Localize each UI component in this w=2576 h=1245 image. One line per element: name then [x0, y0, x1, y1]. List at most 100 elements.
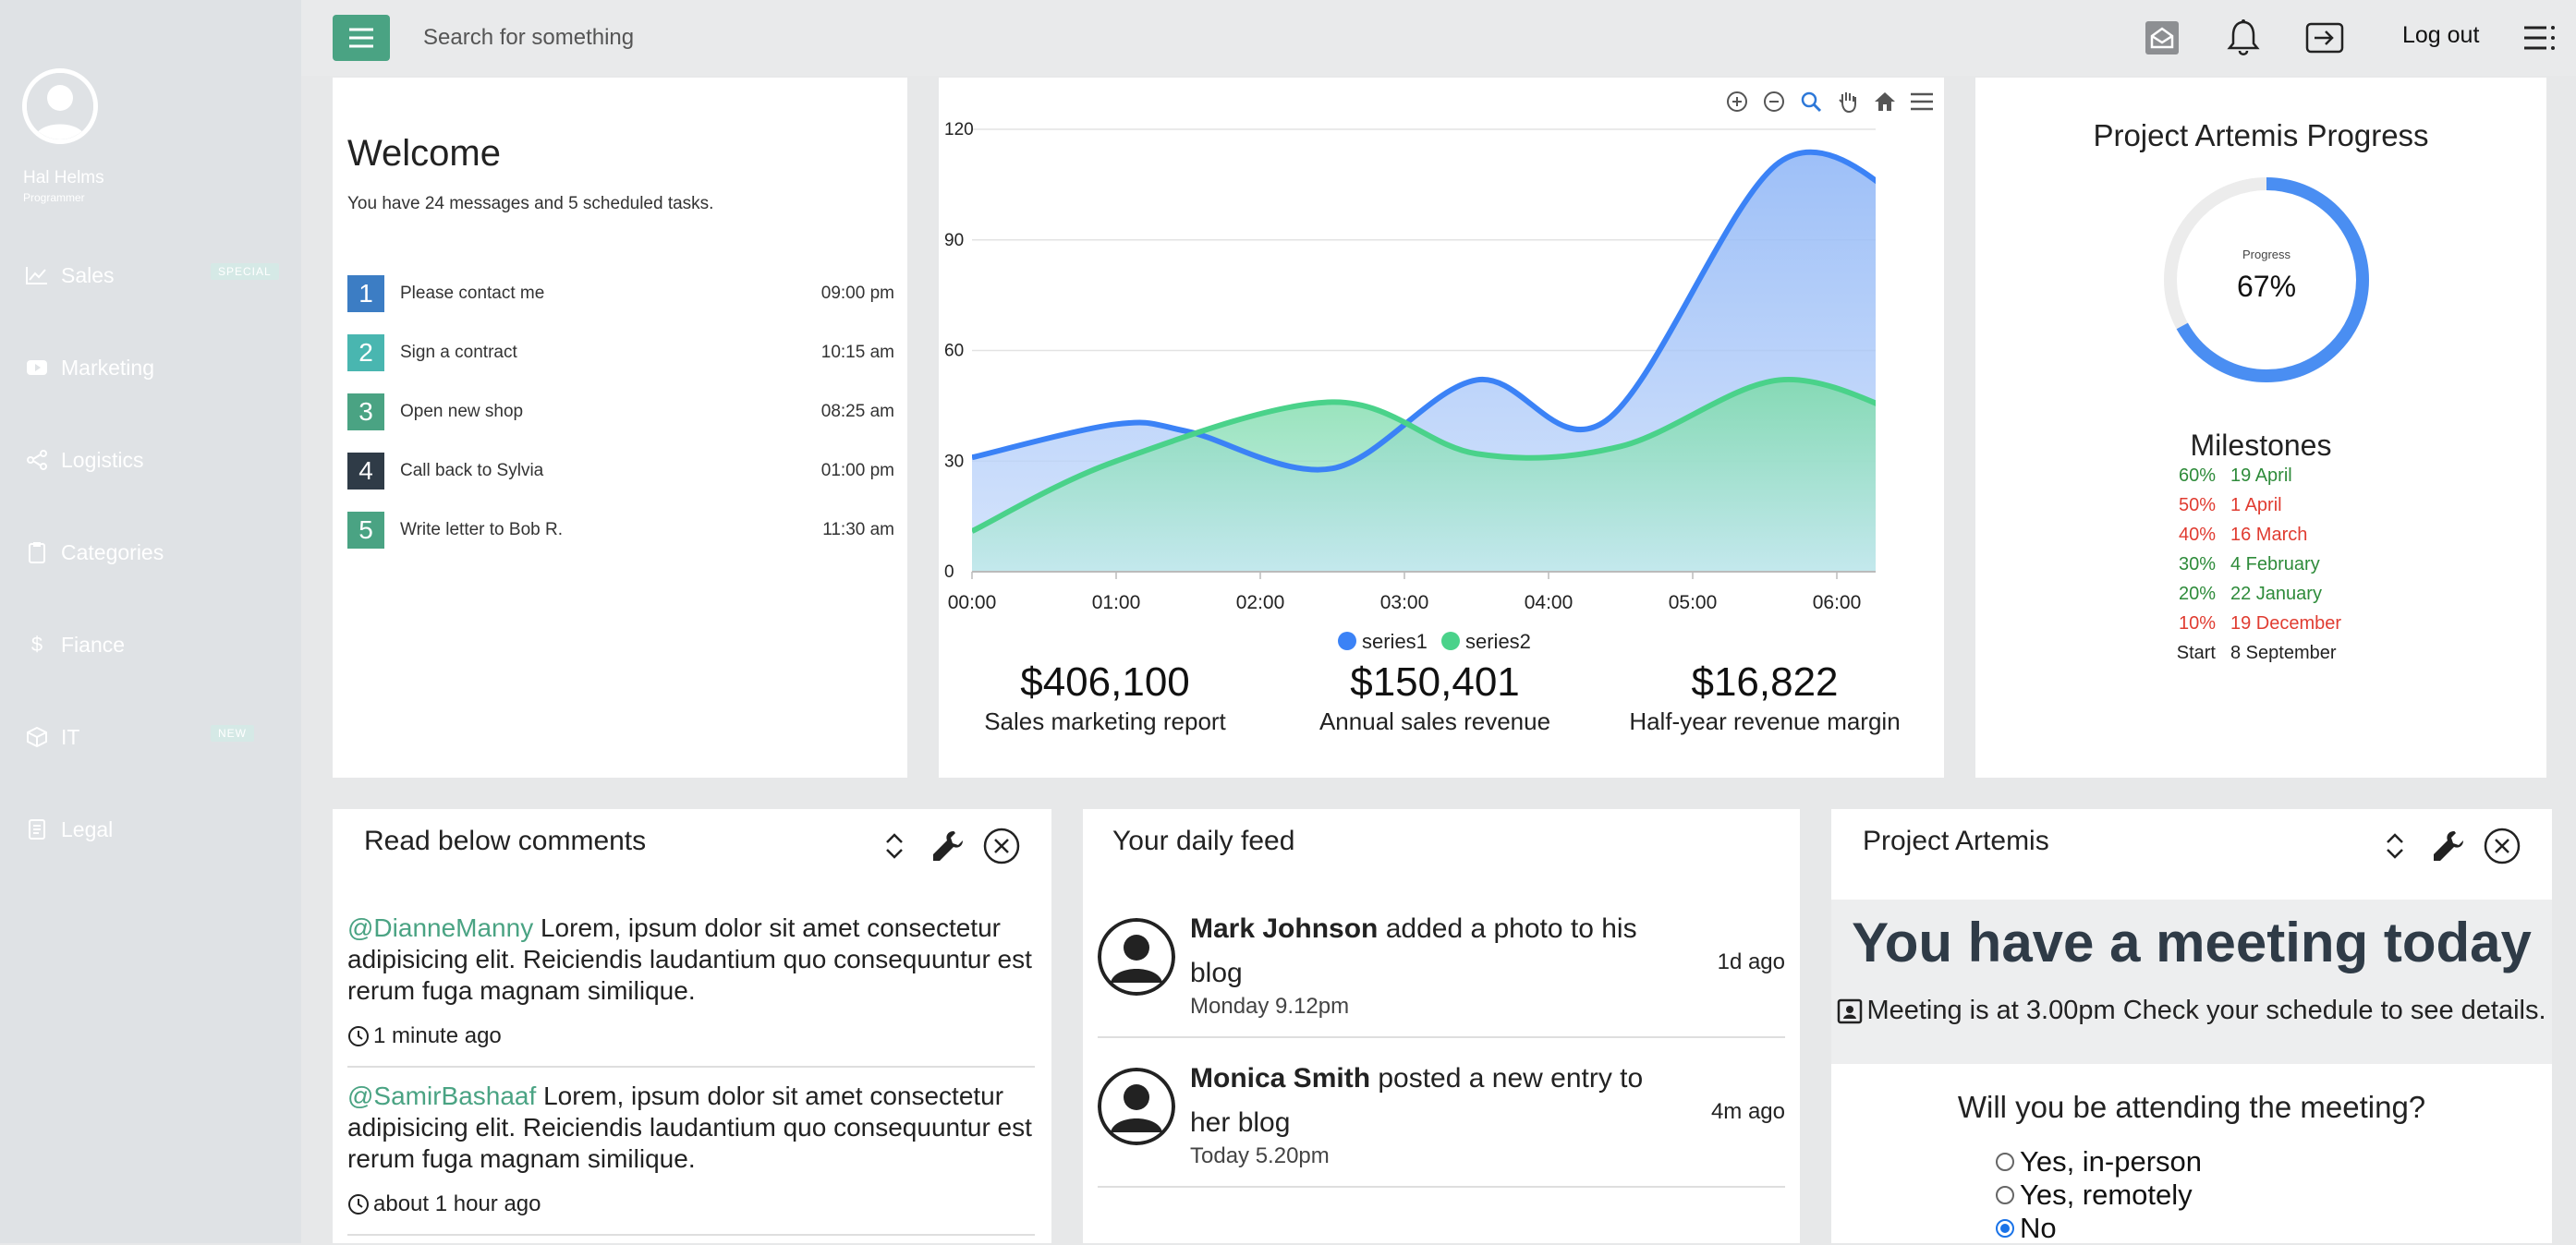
milestone-date: 19 December	[2230, 613, 2342, 634]
avatar[interactable]	[1098, 1068, 1175, 1145]
task-time: 08:25 am	[820, 402, 894, 421]
x-tick-label: 02:00	[1236, 592, 1285, 613]
task-time: 11:30 am	[822, 520, 894, 539]
sidebar-item-legal[interactable]: Legal	[0, 802, 301, 857]
stat-label: Sales marketing report	[984, 707, 1226, 735]
artemis-title: Project Artemis	[1863, 826, 2049, 856]
sidebar-item-logistics[interactable]: Logistics	[0, 432, 301, 488]
comment-mention[interactable]: @SamirBashaaf	[347, 1082, 536, 1110]
radio-button[interactable]	[1996, 1219, 2014, 1238]
welcome-subtitle: You have 24 messages and 5 scheduled tas…	[347, 194, 714, 213]
close-button[interactable]	[981, 826, 1022, 866]
radio-remotely[interactable]: Yes, remotely	[1996, 1179, 2193, 1212]
task-item[interactable]: 1 Please contact me 09:00 pm	[347, 273, 894, 314]
avatar[interactable]	[1098, 918, 1175, 996]
task-number: 1	[347, 275, 384, 312]
meeting-headline: You have a meeting today	[1852, 912, 2532, 973]
feed-timestamp: Monday 9.12pm	[1190, 994, 1350, 1019]
stat-sales: $406,100 Sales marketing report	[939, 659, 1271, 736]
collapse-button[interactable]	[2375, 826, 2415, 866]
feed-entry-text: Mark Johnson added a photo to his blog	[1190, 907, 1671, 996]
sidebar-item-marketing[interactable]: Marketing	[0, 340, 301, 395]
task-item[interactable]: 4 Call back to Sylvia 01:00 pm	[347, 451, 894, 491]
feed-title: Your daily feed	[1112, 826, 1295, 856]
comment-text: @SamirBashaaf Lorem, ipsum dolor sit ame…	[347, 1081, 1035, 1175]
legend-marker	[1441, 632, 1460, 650]
comment-mention[interactable]: @DianneManny	[347, 913, 533, 942]
wrench-icon	[2434, 831, 2463, 861]
options-button[interactable]	[2517, 17, 2561, 59]
radio-button[interactable]	[1996, 1153, 2014, 1171]
radio-label: No	[2020, 1212, 2057, 1244]
feed-ago: 4m ago	[1710, 1099, 1785, 1124]
stat-value: $16,822	[1691, 659, 1839, 705]
feed-user-name[interactable]: Monica Smith	[1190, 1063, 1370, 1094]
close-button[interactable]	[2482, 826, 2522, 866]
divider	[1098, 1186, 1785, 1188]
task-time: 09:00 pm	[820, 284, 894, 303]
comment-time: about 1 hour ago	[347, 1191, 541, 1217]
radio-button[interactable]	[1996, 1186, 2014, 1204]
search-input[interactable]	[421, 18, 976, 57]
sidebar-item-label: Logistics	[61, 447, 144, 472]
x-tick-label: 06:00	[1813, 592, 1862, 613]
sidebar-item-label: Sales	[61, 262, 115, 287]
sidebar: Hal Helms Programmer Sales SPECIAL Marke…	[0, 0, 301, 1243]
x-tick-label: 05:00	[1669, 592, 1718, 613]
legend-label: series2	[1465, 630, 1531, 653]
sidebar-item-categories[interactable]: Categories	[0, 525, 301, 580]
task-item[interactable]: 3 Open new shop 08:25 am	[347, 392, 894, 432]
close-icon	[2484, 828, 2521, 864]
special-badge: SPECIAL	[211, 263, 279, 280]
comments-card: Read below comments @DianneManny Lorem, …	[333, 809, 1051, 1243]
radio-no[interactable]: No	[1996, 1212, 2057, 1245]
clock-icon	[348, 1194, 369, 1215]
chart-card: 0 30 60 90 120 00:00 01:00 02:00 03:00 04:00 05:00…	[939, 78, 1944, 778]
task-number: 3	[347, 393, 384, 430]
milestone-date: 22 January	[2230, 584, 2322, 604]
y-tick-label: 30	[944, 452, 964, 471]
feed-user-name[interactable]: Mark Johnson	[1190, 913, 1378, 944]
milestone-date: 1 April	[2230, 495, 2282, 515]
task-number: 4	[347, 453, 384, 490]
stat-annual: $150,401 Annual sales revenue	[1269, 659, 1601, 736]
feed-ago: 1d ago	[1717, 949, 1785, 974]
chart-line-icon	[20, 266, 54, 284]
milestone-row: 40% 16 March	[2142, 525, 2419, 554]
sidebar-item-label: Categories	[61, 539, 164, 564]
close-icon	[983, 828, 1020, 864]
milestone-row: 30% 4 February	[2142, 554, 2419, 584]
sidebar-item-sales[interactable]: Sales SPECIAL	[0, 248, 301, 303]
milestone-pct: 30%	[2178, 554, 2216, 574]
milestone-date: 16 March	[2230, 525, 2308, 545]
settings-button[interactable]	[928, 826, 968, 866]
comment-time-text: about 1 hour ago	[373, 1191, 541, 1216]
sidebar-item-label: Marketing	[61, 355, 154, 380]
milestone-pct: 40%	[2178, 525, 2216, 545]
sidebar-item-it[interactable]: IT NEW	[0, 709, 301, 765]
milestone-date: 8 September	[2230, 643, 2337, 663]
task-item[interactable]: 5 Write letter to Bob R. 11:30 am	[347, 510, 894, 550]
clipboard-icon	[20, 541, 54, 563]
welcome-title: Welcome	[347, 133, 501, 174]
stat-label: Half-year revenue margin	[1629, 707, 1901, 735]
divider	[1098, 1036, 1785, 1038]
settings-button[interactable]	[2428, 826, 2469, 866]
mail-button[interactable]	[2140, 17, 2184, 59]
task-item[interactable]: 2 Sign a contract 10:15 am	[347, 332, 894, 373]
sidebar-item-finance[interactable]: $ Fiance	[0, 617, 301, 672]
collapse-button[interactable]	[874, 826, 915, 866]
sidebar-item-label: Fiance	[61, 632, 126, 657]
task-label: Please contact me	[400, 284, 545, 303]
task-label: Sign a contract	[400, 343, 517, 362]
stat-label: Annual sales revenue	[1318, 707, 1551, 735]
profile-avatar[interactable]	[22, 68, 98, 144]
menu-button[interactable]	[333, 15, 390, 61]
feed-card: Your daily feed Mark Johnson added a pho…	[1083, 809, 1800, 1243]
radio-in-person[interactable]: Yes, in-person	[1996, 1145, 2202, 1179]
signin-button[interactable]	[2303, 17, 2347, 59]
radio-label: Yes, in-person	[2020, 1145, 2203, 1178]
logout-link[interactable]: Log out	[2402, 22, 2479, 49]
profile-role: Programmer	[23, 191, 85, 204]
notifications-button[interactable]	[2221, 17, 2266, 59]
